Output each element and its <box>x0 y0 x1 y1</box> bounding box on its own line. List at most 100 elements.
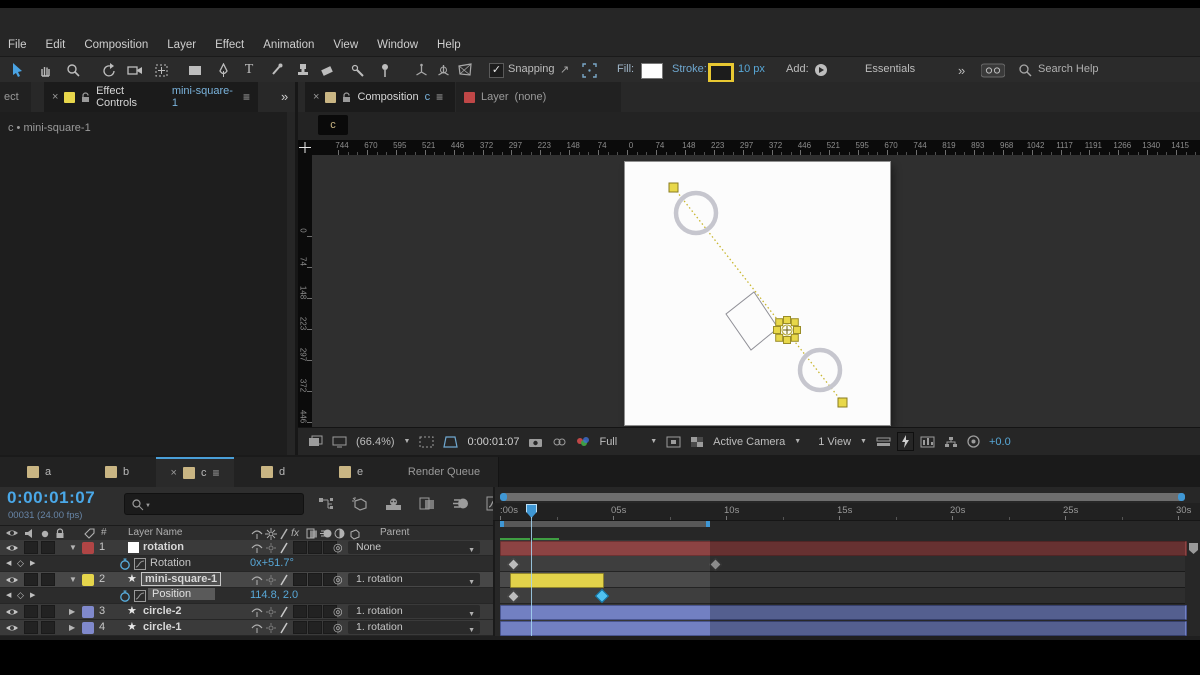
switch-well[interactable] <box>308 621 322 634</box>
navigator-start-handle[interactable] <box>500 493 507 501</box>
switch-well[interactable] <box>308 605 322 618</box>
quality-switch-icon[interactable] <box>279 622 289 634</box>
exposure-value[interactable]: +0.0 <box>989 436 1011 448</box>
layer-name[interactable]: rotation <box>143 541 184 553</box>
parent-pick-whip-icon[interactable]: ◎ <box>333 605 343 618</box>
grid-guides-icon[interactable] <box>443 435 459 448</box>
keyframe-diamond-selected[interactable] <box>594 588 610 604</box>
switch-well[interactable] <box>293 573 307 586</box>
frame-blending-icon[interactable] <box>419 496 435 511</box>
add-menu-icon[interactable] <box>812 61 830 79</box>
menu-window[interactable]: Window <box>377 39 418 51</box>
unlock-icon[interactable] <box>81 91 90 103</box>
snap-to-edges-icon[interactable]: ↗ <box>560 63 569 76</box>
shy-toggle-icon[interactable] <box>385 496 402 511</box>
workspace-manager-icon[interactable] <box>980 61 1006 79</box>
timeline-search-input[interactable]: ▼ <box>124 493 304 515</box>
fast-previews-icon[interactable] <box>896 432 914 451</box>
add-keyframe-icon[interactable]: ◇ <box>17 590 24 601</box>
resolution-value[interactable]: Full <box>599 436 617 448</box>
audio-toggle-well[interactable] <box>24 573 38 586</box>
navigator-end-handle[interactable] <box>1178 493 1185 501</box>
quality-switch-icon[interactable] <box>279 542 289 554</box>
snap-bounds-icon[interactable] <box>580 61 598 79</box>
snapshot-icon[interactable] <box>308 435 323 448</box>
zoom-tool-icon[interactable] <box>64 61 82 79</box>
fill-label[interactable]: Fill: <box>617 63 634 75</box>
layer-row[interactable]: ▼ 2 ★ mini-square-1 ◎ 1. rotation ▼ <box>0 572 493 588</box>
expander-icon[interactable]: ▼ <box>69 575 77 584</box>
work-area-start-handle[interactable] <box>500 521 504 527</box>
magnification-dropdown-icon[interactable]: ▼ <box>404 438 411 445</box>
shy-switch-icon[interactable] <box>251 622 263 634</box>
panel-menu-icon[interactable]: ≡ <box>212 466 219 480</box>
audio-toggle-well[interactable] <box>24 541 38 554</box>
parent-dropdown[interactable]: 1. rotation ▼ <box>348 605 480 618</box>
switch-well[interactable] <box>308 541 322 554</box>
layer-label-color[interactable] <box>82 622 94 634</box>
channel-link-icon[interactable] <box>552 436 567 448</box>
add-keyframe-icon[interactable]: ◇ <box>17 558 24 569</box>
audio-toggle-well[interactable] <box>24 605 38 618</box>
time-navigator-bar[interactable] <box>500 493 1185 501</box>
property-row[interactable]: ◀ ◇ ▶ Rotation 0x+51.7° <box>0 556 493 572</box>
puppet-pin-tool-icon[interactable] <box>376 61 394 79</box>
stamp-tool-icon[interactable] <box>294 61 312 79</box>
menu-effect[interactable]: Effect <box>215 39 244 51</box>
audio-toggle-well[interactable] <box>24 621 38 634</box>
project-panel-tab-clipped[interactable]: ect <box>0 82 31 112</box>
prev-keyframe-icon[interactable]: ◀ <box>6 591 11 599</box>
mini-flowchart-button[interactable]: c <box>318 115 348 135</box>
menu-animation[interactable]: Animation <box>263 39 314 51</box>
stroke-width-value[interactable]: 10 px <box>738 63 765 75</box>
camera-tool-icon[interactable] <box>126 61 144 79</box>
resolution-dropdown-icon[interactable]: ▼ <box>650 438 657 445</box>
comp-marker-button[interactable] <box>1188 542 1199 554</box>
lock-toggle-well[interactable] <box>41 541 55 554</box>
property-row[interactable]: ◀ ◇ ▶ Position 114.8, 2.0 <box>0 588 493 604</box>
layer-name[interactable]: circle-1 <box>143 621 182 633</box>
visibility-eye-icon[interactable] <box>5 575 19 585</box>
fill-swatch[interactable] <box>641 63 663 79</box>
composition-viewer[interactable] <box>312 155 1200 428</box>
prev-keyframe-icon[interactable]: ◀ <box>6 559 11 567</box>
stopwatch-icon[interactable] <box>119 590 131 602</box>
work-area-end-handle[interactable] <box>706 521 710 527</box>
menu-file[interactable]: File <box>8 39 27 51</box>
collapse-switch-icon[interactable] <box>265 574 277 586</box>
menu-help[interactable]: Help <box>437 39 461 51</box>
menu-edit[interactable]: Edit <box>46 39 66 51</box>
show-snapshot-icon[interactable] <box>332 436 347 448</box>
stroke-label[interactable]: Stroke: <box>672 63 707 75</box>
layer-name[interactable]: circle-2 <box>143 605 182 617</box>
layer-row[interactable]: ▶ 4 ★ circle-1 ◎ 1. rotation ▼ <box>0 620 493 636</box>
rotated-square-shape[interactable] <box>725 291 779 351</box>
parent-column-label[interactable]: Parent <box>380 527 409 538</box>
layer-label-color[interactable] <box>82 574 94 586</box>
unlock-icon[interactable] <box>342 91 351 103</box>
pan-behind-tool-icon[interactable] <box>152 61 170 79</box>
pixel-aspect-icon[interactable] <box>876 436 891 448</box>
circle-shape-2[interactable] <box>797 347 843 393</box>
expander-icon[interactable]: ▶ <box>69 607 75 616</box>
lock-toggle-well[interactable] <box>41 621 55 634</box>
motion-blur-icon[interactable] <box>452 496 469 511</box>
parent-pick-whip-icon[interactable]: ◎ <box>333 573 343 586</box>
parent-dropdown[interactable]: 1. rotation ▼ <box>348 621 480 634</box>
motion-path[interactable] <box>673 187 844 404</box>
lock-toggle-well[interactable] <box>41 573 55 586</box>
visibility-eye-icon[interactable] <box>5 607 19 617</box>
comp-tab-e[interactable]: e <box>312 457 391 487</box>
switch-well[interactable] <box>293 541 307 554</box>
composition-canvas[interactable] <box>624 161 891 426</box>
next-keyframe-icon[interactable]: ▶ <box>30 559 35 567</box>
layer-name[interactable]: mini-square-1 <box>141 572 222 586</box>
workspace-label[interactable]: Essentials <box>865 63 915 75</box>
time-ruler[interactable]: :00s 05s 10s 15s 20s 25s 30s <box>493 503 1200 521</box>
parent-dropdown[interactable]: 1. rotation ▼ <box>348 573 480 586</box>
layer-name-column-label[interactable]: Layer Name <box>128 527 182 538</box>
quality-switch-icon[interactable] <box>279 606 289 618</box>
target-region-icon[interactable] <box>666 436 681 448</box>
panel-menu-icon[interactable]: ≡ <box>243 90 250 104</box>
menu-layer[interactable]: Layer <box>167 39 196 51</box>
